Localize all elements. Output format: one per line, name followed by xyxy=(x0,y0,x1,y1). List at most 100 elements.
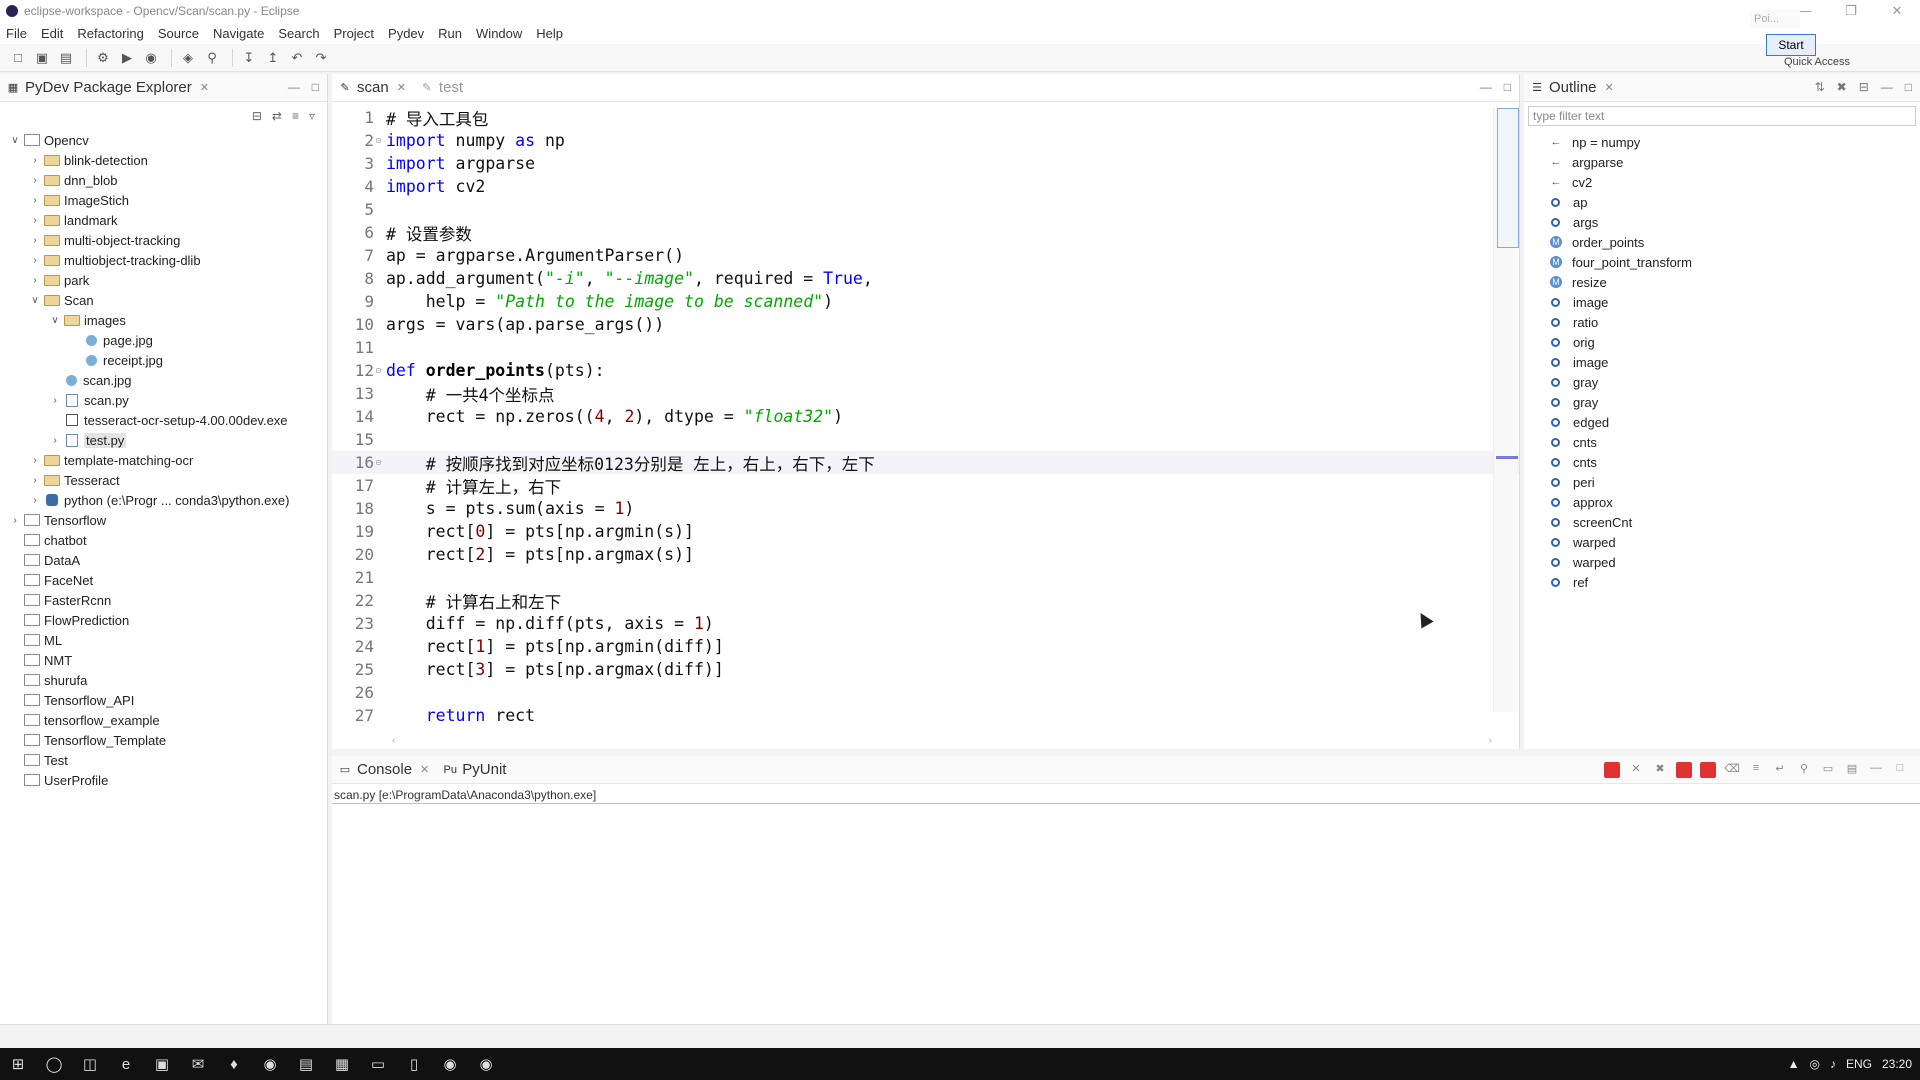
collapse-all-icon[interactable]: ⊟ xyxy=(252,109,262,123)
tree-item[interactable]: scan.jpg xyxy=(0,370,327,390)
tree-item[interactable]: FasterRcnn xyxy=(0,590,327,610)
tree-item[interactable]: receipt.jpg xyxy=(0,350,327,370)
menu-source[interactable]: Source xyxy=(158,26,199,41)
code-line[interactable]: 19 rect[0] = pts[np.argmin(s)] xyxy=(332,520,1519,543)
tree-item[interactable]: Tensorflow_API xyxy=(0,690,327,710)
tray-icon[interactable]: ▲ xyxy=(1788,1057,1800,1071)
code-line[interactable]: 16 ⊟ # 按顺序找到对应坐标0123分别是 左上，右上，右下，左下 xyxy=(332,451,1519,474)
maximize-icon[interactable]: □ xyxy=(1504,80,1511,94)
tree-item[interactable]: Test xyxy=(0,750,327,770)
menu-navigate[interactable]: Navigate xyxy=(213,26,264,41)
code-line[interactable]: 3 import argparse xyxy=(332,152,1519,175)
outline-item[interactable]: gray xyxy=(1524,392,1920,412)
tree-item[interactable]: › dnn_blob xyxy=(0,170,327,190)
menu-pydev[interactable]: Pydev xyxy=(388,26,424,41)
eclipse-task-icon[interactable]: ◉ xyxy=(432,1048,468,1080)
code-line[interactable]: 27 return rect xyxy=(332,704,1519,727)
chevron-right-icon[interactable]: › xyxy=(28,495,42,506)
minimize-icon[interactable]: — xyxy=(1868,762,1884,778)
close-button[interactable]: ✕ xyxy=(1874,0,1920,22)
back-icon[interactable]: ↶ xyxy=(287,48,307,68)
tree-item[interactable]: › test.py xyxy=(0,430,327,450)
scroll-right-icon[interactable]: › xyxy=(1489,735,1492,749)
chevron-right-icon[interactable]: › xyxy=(28,275,42,286)
next-annotation-icon[interactable]: ↧ xyxy=(239,48,259,68)
close-icon[interactable]: ✕ xyxy=(420,763,429,776)
tab-console[interactable]: ▭ Console ✕ xyxy=(338,761,429,778)
code-line[interactable]: 23 diff = np.diff(pts, axis = 1) xyxy=(332,612,1519,635)
scroll-thumb[interactable] xyxy=(1497,108,1519,248)
code-line[interactable]: 5 xyxy=(332,198,1519,221)
tree-item[interactable]: DataA xyxy=(0,550,327,570)
tree-item[interactable]: › Tensorflow xyxy=(0,510,327,530)
collapse-all-icon[interactable]: ⊟ xyxy=(1859,80,1869,94)
code-line[interactable]: 14 rect = np.zeros((4, 2), dtype = "floa… xyxy=(332,405,1519,428)
search-icon[interactable]: ⚲ xyxy=(202,48,222,68)
run-icon[interactable]: ▶ xyxy=(117,48,137,68)
save-icon[interactable]: ▣ xyxy=(32,48,52,68)
tree-item[interactable]: › Tesseract xyxy=(0,470,327,490)
maximize-icon[interactable]: □ xyxy=(312,80,319,94)
horizontal-scrollbar[interactable]: ‹ › xyxy=(392,735,1492,749)
code-line[interactable]: 7 ap = argparse.ArgumentParser() xyxy=(332,244,1519,267)
menu-edit[interactable]: Edit xyxy=(41,26,63,41)
tree-item[interactable]: ∨ Opencv xyxy=(0,130,327,150)
outline-item[interactable]: ratio xyxy=(1524,312,1920,332)
tree-item[interactable]: tensorflow_example xyxy=(0,710,327,730)
code-line[interactable]: 15 xyxy=(332,428,1519,451)
new-icon[interactable]: □ xyxy=(8,48,28,68)
excel-icon[interactable]: ▦ xyxy=(324,1048,360,1080)
chevron-down-icon[interactable]: ∨ xyxy=(8,135,22,146)
outline-item[interactable]: image xyxy=(1524,352,1920,372)
tree-item[interactable]: › landmark xyxy=(0,210,327,230)
outline-item[interactable]: edged xyxy=(1524,412,1920,432)
open-type-icon[interactable]: ◈ xyxy=(178,48,198,68)
task-view-icon[interactable]: ◫ xyxy=(72,1048,108,1080)
remove-all-icon[interactable]: ✖ xyxy=(1652,762,1668,778)
remove-launch-icon[interactable]: ✕ xyxy=(1628,762,1644,778)
code-line[interactable]: 25 rect[3] = pts[np.argmax(diff)] xyxy=(332,658,1519,681)
tree-item[interactable]: › scan.py xyxy=(0,390,327,410)
chevron-down-icon[interactable]: ∨ xyxy=(48,315,62,326)
outline-item[interactable]: ap xyxy=(1524,192,1920,212)
code-line[interactable]: 9 help = "Path to the image to be scanne… xyxy=(332,290,1519,313)
menu-project[interactable]: Project xyxy=(334,26,374,41)
tree-item[interactable]: ∨ images xyxy=(0,310,327,330)
tab-outline[interactable]: ☰ Outline ✕ xyxy=(1530,79,1614,96)
tree-item[interactable]: › multiobject-tracking-dlib xyxy=(0,250,327,270)
tree-item[interactable]: page.jpg xyxy=(0,330,327,350)
chevron-right-icon[interactable]: › xyxy=(48,395,62,406)
chevron-right-icon[interactable]: › xyxy=(48,435,62,446)
search-icon[interactable]: ◯ xyxy=(36,1048,72,1080)
network-icon[interactable]: ◎ xyxy=(1809,1057,1819,1071)
code-line[interactable]: 17 # 计算左上，右下 xyxy=(332,474,1519,497)
tree-item[interactable]: › ImageStich xyxy=(0,190,327,210)
scroll-left-icon[interactable]: ‹ xyxy=(392,735,395,749)
tree-item[interactable]: ∨ Scan xyxy=(0,290,327,310)
language-indicator[interactable]: ENG xyxy=(1846,1057,1872,1071)
terminal-icon[interactable]: ▭ xyxy=(360,1048,396,1080)
volume-icon[interactable]: ♪ xyxy=(1830,1057,1836,1071)
fold-icon[interactable]: ⊟ xyxy=(376,136,384,145)
filter-icon[interactable]: ≡ xyxy=(292,109,299,123)
menu-window[interactable]: Window xyxy=(476,26,522,41)
menu-help[interactable]: Help xyxy=(536,26,563,41)
chevron-right-icon[interactable]: › xyxy=(28,475,42,486)
tree-item[interactable]: chatbot xyxy=(0,530,327,550)
chevron-right-icon[interactable]: › xyxy=(28,175,42,186)
outline-item[interactable]: args xyxy=(1524,212,1920,232)
link-editor-icon[interactable]: ⇄ xyxy=(272,109,282,123)
outline-item[interactable]: ← np = numpy xyxy=(1524,132,1920,152)
word-wrap-icon[interactable]: ↵ xyxy=(1772,762,1788,778)
chevron-right-icon[interactable]: › xyxy=(28,215,42,226)
store-icon[interactable]: ▣ xyxy=(144,1048,180,1080)
tab-scan[interactable]: ✎ scan ✕ xyxy=(338,79,406,96)
start-button[interactable]: Start xyxy=(1766,34,1816,56)
outline-item[interactable]: screenCnt xyxy=(1524,512,1920,532)
close-icon[interactable]: ✕ xyxy=(397,81,406,94)
minimize-icon[interactable]: — xyxy=(288,80,300,94)
restore-button[interactable]: ❐ xyxy=(1828,0,1874,22)
code-area[interactable]: 1 # 导入工具包 2 ⊟ import numpy as np 3 import argp… xyxy=(332,102,1519,727)
forward-icon[interactable]: ↷ xyxy=(311,48,331,68)
code-line[interactable]: 13 # 一共4个坐标点 xyxy=(332,382,1519,405)
